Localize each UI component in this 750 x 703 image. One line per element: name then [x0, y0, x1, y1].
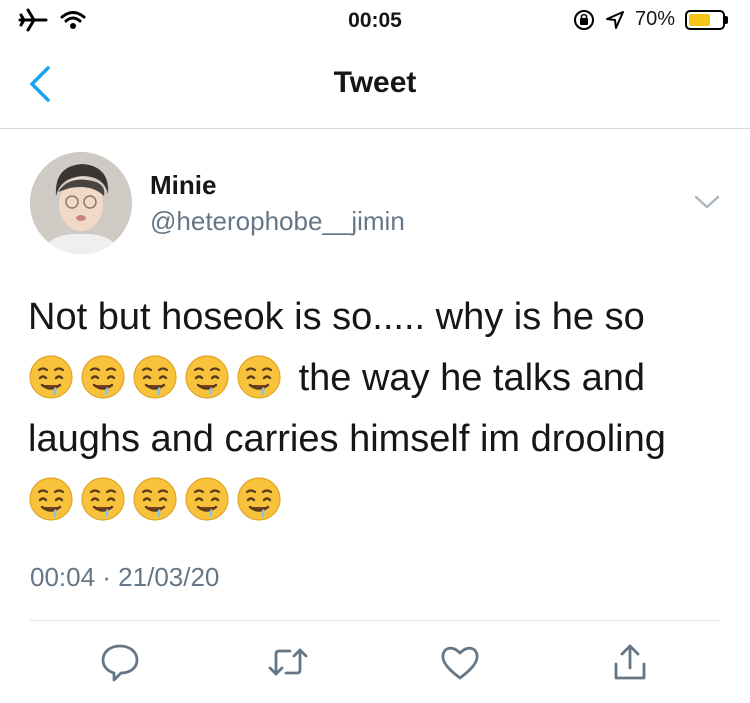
page-title: Tweet [333, 66, 417, 99]
divider [30, 620, 720, 621]
battery-body [685, 9, 725, 30]
avatar[interactable] [30, 152, 132, 254]
tweet-timestamp: 00:04 · 21/03/20 [30, 562, 220, 592]
orientation-lock-icon [573, 9, 594, 30]
drooling-face-emoji [236, 354, 282, 400]
reply-icon[interactable] [98, 640, 142, 684]
drooling-face-emoji [132, 476, 178, 522]
drooling-face-emoji [28, 354, 74, 400]
tweet-line-1: Not but hoseok is so..... why is he so [28, 296, 645, 338]
author-handle[interactable]: @heterophobe__jimin [150, 206, 405, 237]
drooling-face-emoji [80, 476, 126, 522]
drooling-face-emoji [132, 354, 178, 400]
tweet-line-2: the way he talks and [28, 348, 728, 409]
battery-icon [685, 9, 728, 30]
status-bar: 00:05 70% [0, 0, 750, 40]
status-right: 70% [573, 8, 728, 31]
tweet-line-2-text: the way he talks and [298, 357, 645, 399]
tweet-text: Not but hoseok is so..... why is he so t… [28, 287, 728, 531]
drooling-face-emoji [80, 354, 126, 400]
share-icon[interactable] [608, 640, 652, 684]
drooling-face-emoji [236, 476, 282, 522]
drooling-face-emoji [28, 476, 74, 522]
author-name[interactable]: Minie [150, 170, 216, 201]
battery-cap [725, 15, 728, 24]
location-icon [605, 10, 624, 29]
battery-fill [689, 13, 711, 26]
avatar-photo [30, 152, 132, 254]
like-icon[interactable] [438, 640, 482, 684]
retweet-icon[interactable] [266, 640, 310, 684]
drooling-face-emoji [184, 476, 230, 522]
tweet-line-3: laughs and carries himself im drooling [28, 418, 666, 460]
battery-percent: 70% [634, 8, 675, 30]
chevron-down-icon[interactable] [693, 192, 721, 212]
tweet-line-4 [28, 470, 728, 531]
drooling-face-emoji [184, 354, 230, 400]
nav-bar: Tweet [0, 40, 750, 129]
